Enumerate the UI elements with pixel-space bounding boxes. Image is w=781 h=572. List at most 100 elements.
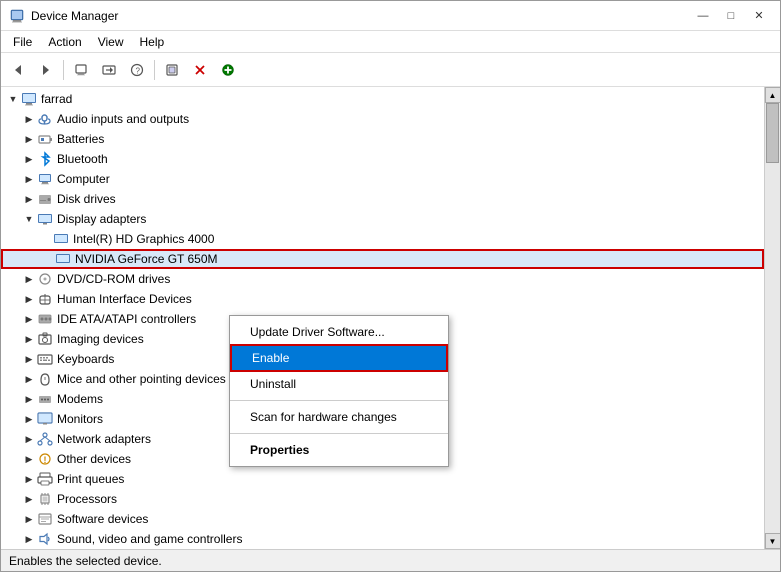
tree-item-processors[interactable]: ▶ Processors	[1, 489, 764, 509]
network-label: Network adapters	[57, 432, 151, 446]
svg-text:!: !	[44, 455, 47, 465]
intel-label: Intel(R) HD Graphics 4000	[73, 232, 214, 246]
ide-expand-icon: ▶	[21, 311, 37, 327]
dvd-expand-icon: ▶	[21, 271, 37, 287]
nvidia-label: NVIDIA GeForce GT 650M	[75, 252, 218, 266]
monitors-icon	[37, 411, 53, 427]
forward-button[interactable]	[33, 57, 59, 83]
dvd-label: DVD/CD-ROM drives	[57, 272, 170, 286]
monitors-expand-icon: ▶	[21, 411, 37, 427]
processors-icon	[37, 491, 53, 507]
toolbar: ?	[1, 53, 780, 87]
tree-item-bluetooth[interactable]: ▶ Bluetooth	[1, 149, 764, 169]
sound-icon	[37, 531, 53, 547]
status-bar: Enables the selected device.	[1, 549, 780, 571]
imaging-label: Imaging devices	[57, 332, 144, 346]
other-expand-icon: ▶	[21, 451, 37, 467]
scroll-down-button[interactable]: ▼	[765, 533, 781, 549]
ctx-uninstall[interactable]: Uninstall	[230, 372, 448, 396]
tree-item-computer[interactable]: ▶ Computer	[1, 169, 764, 189]
scan-hardware-toolbar-button[interactable]	[159, 57, 185, 83]
close-button[interactable]: ✕	[746, 5, 772, 27]
minimize-button[interactable]: —	[690, 5, 716, 27]
batteries-expand-icon: ▶	[21, 131, 37, 147]
tree-item-diskdrives[interactable]: ▶ Disk drives	[1, 189, 764, 209]
device-manager-window: Device Manager — □ ✕ File Action View He…	[0, 0, 781, 572]
root-icon	[21, 91, 37, 107]
diskdrives-icon	[37, 191, 53, 207]
displayadapters-icon	[37, 211, 53, 227]
menu-help[interactable]: Help	[132, 33, 173, 51]
menu-file[interactable]: File	[5, 33, 40, 51]
ctx-enable[interactable]: Enable	[230, 344, 448, 372]
context-menu: Update Driver Software... Enable Uninsta…	[229, 315, 449, 467]
scroll-track[interactable]	[765, 103, 780, 533]
ide-icon	[37, 311, 53, 327]
ctx-sep-2	[230, 433, 448, 434]
ctx-scan[interactable]: Scan for hardware changes	[230, 405, 448, 429]
keyboards-label: Keyboards	[57, 352, 114, 366]
remove-device-toolbar-button[interactable]	[187, 57, 213, 83]
hid-icon	[37, 291, 53, 307]
audio-label: Audio inputs and outputs	[57, 112, 189, 126]
maximize-button[interactable]: □	[718, 5, 744, 27]
status-text: Enables the selected device.	[9, 554, 162, 568]
diskdrives-label: Disk drives	[57, 192, 116, 206]
tree-item-nvidia[interactable]: ▶ NVIDIA GeForce GT 650M	[1, 249, 764, 269]
menu-action[interactable]: Action	[40, 33, 89, 51]
vertical-scrollbar[interactable]: ▲ ▼	[764, 87, 780, 549]
tree-item-batteries[interactable]: ▶ Batteries	[1, 129, 764, 149]
ctx-properties[interactable]: Properties	[230, 438, 448, 462]
help-toolbar-button[interactable]: ?	[124, 57, 150, 83]
menu-bar: File Action View Help	[1, 31, 780, 53]
svg-text:?: ?	[136, 66, 141, 75]
tree-root[interactable]: ▼ farrad	[1, 89, 764, 109]
print-expand-icon: ▶	[21, 471, 37, 487]
add-device-toolbar-button[interactable]	[215, 57, 241, 83]
tree-item-software[interactable]: ▶ Software devices	[1, 509, 764, 529]
modems-icon	[37, 391, 53, 407]
hid-label: Human Interface Devices	[57, 292, 192, 306]
software-expand-icon: ▶	[21, 511, 37, 527]
modems-expand-icon: ▶	[21, 391, 37, 407]
bluetooth-label: Bluetooth	[57, 152, 108, 166]
tree-panel[interactable]: ▼ farrad ▶	[1, 87, 764, 549]
modems-label: Modems	[57, 392, 103, 406]
print-icon	[37, 471, 53, 487]
batteries-label: Batteries	[57, 132, 104, 146]
tree-item-print[interactable]: ▶ Print queues	[1, 469, 764, 489]
tree-item-hid[interactable]: ▶ Human Interface Devices	[1, 289, 764, 309]
tree-item-intel[interactable]: ▶ Intel(R) HD Graphics 4000	[1, 229, 764, 249]
batteries-icon	[37, 131, 53, 147]
other-label: Other devices	[57, 452, 131, 466]
sound-expand-icon: ▶	[21, 531, 37, 547]
window-title: Device Manager	[31, 9, 690, 23]
network-expand-icon: ▶	[21, 431, 37, 447]
diskdrives-expand-icon: ▶	[21, 191, 37, 207]
mice-label: Mice and other pointing devices	[57, 372, 226, 386]
content-area: ▼ farrad ▶	[1, 87, 780, 549]
ide-label: IDE ATA/ATAPI controllers	[57, 312, 196, 326]
update-driver-toolbar-button[interactable]	[96, 57, 122, 83]
properties-toolbar-button[interactable]	[68, 57, 94, 83]
menu-view[interactable]: View	[90, 33, 132, 51]
dvd-icon	[37, 271, 53, 287]
tree-item-dvd[interactable]: ▶ DVD/CD-ROM drives	[1, 269, 764, 289]
keyboards-icon	[37, 351, 53, 367]
ctx-sep-1	[230, 400, 448, 401]
toolbar-sep-1	[63, 60, 64, 80]
software-label: Software devices	[57, 512, 148, 526]
scroll-up-button[interactable]: ▲	[765, 87, 781, 103]
tree-item-sound[interactable]: ▶ Sound, video and game controllers	[1, 529, 764, 549]
audio-icon	[37, 111, 53, 127]
tree-item-displayadapters[interactable]: ▼ Display adapters	[1, 209, 764, 229]
processors-expand-icon: ▶	[21, 491, 37, 507]
network-icon	[37, 431, 53, 447]
scroll-thumb[interactable]	[766, 103, 779, 163]
computer-icon	[37, 171, 53, 187]
ctx-update-driver[interactable]: Update Driver Software...	[230, 320, 448, 344]
computer-label: Computer	[57, 172, 110, 186]
mice-icon	[37, 371, 53, 387]
back-button[interactable]	[5, 57, 31, 83]
tree-item-audio[interactable]: ▶ Audio inputs and outputs	[1, 109, 764, 129]
